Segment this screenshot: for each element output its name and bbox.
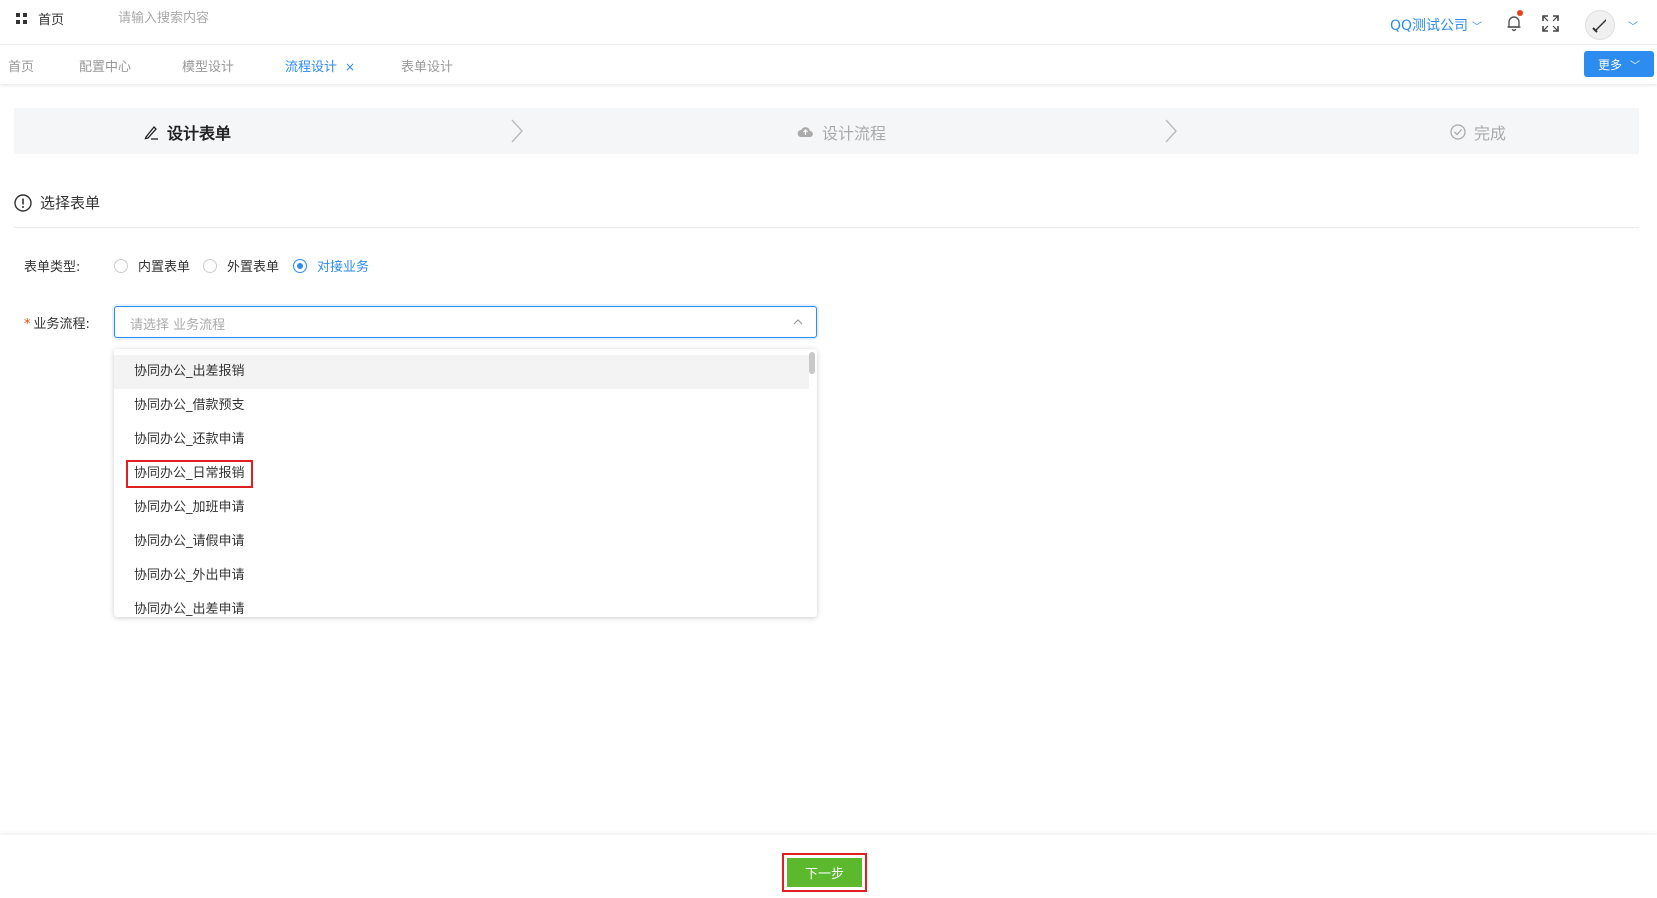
company-label: QQ测试公司 xyxy=(1390,18,1469,34)
tab-bar: 首页 配置中心 模型设计 流程设计 × 表单设计 更多 ﹀ xyxy=(0,44,1657,84)
section-title: 选择表单 xyxy=(14,192,100,213)
next-highlight: 下一步 xyxy=(782,853,867,892)
step-complete: 完成 xyxy=(1450,120,1506,144)
check-circle-icon xyxy=(1450,124,1466,140)
radio-circle xyxy=(203,258,217,273)
avatar-image xyxy=(1592,19,1606,33)
step-design-process: 设计流程 xyxy=(797,120,886,144)
dropdown-option[interactable]: 协同办公_请假申请 xyxy=(114,525,809,559)
step-label: 设计流程 xyxy=(822,124,887,143)
home-link[interactable]: 首页 xyxy=(38,9,64,28)
bell-icon[interactable] xyxy=(1505,14,1523,32)
radio-label: 内置表单 xyxy=(138,260,191,275)
scrollbar[interactable] xyxy=(809,352,815,374)
more-button[interactable]: 更多 ﹀ xyxy=(1584,51,1654,77)
chevron-right-icon xyxy=(1165,119,1177,143)
dropdown-option[interactable]: 协同办公_借款预支 xyxy=(114,389,809,423)
chevron-up-icon xyxy=(793,319,803,325)
tab-model-design[interactable]: 模型设计 xyxy=(182,56,234,75)
top-bar: 首页 QQ测试公司﹀ ﹀ xyxy=(0,0,1657,44)
step-label: 设计表单 xyxy=(167,124,232,143)
radio-external-form[interactable]: 外置表单 xyxy=(203,256,279,275)
radio-business-integration[interactable]: 对接业务 xyxy=(293,256,369,275)
grid-icon[interactable] xyxy=(16,13,27,24)
dropdown-option[interactable]: 协同办公_还款申请 xyxy=(114,423,809,457)
info-circle-icon xyxy=(14,193,32,212)
process-label: * 业务流程: xyxy=(24,313,90,332)
dropdown-option-selected[interactable]: 协同办公_日常报销 xyxy=(114,457,809,491)
more-label: 更多 xyxy=(1597,57,1622,72)
process-dropdown: 协同办公_出差报销 协同办公_借款预支 协同办公_还款申请 协同办公_日常报销 … xyxy=(114,349,817,617)
radio-circle xyxy=(114,258,128,273)
dropdown-option[interactable]: 协同办公_出差申请 xyxy=(114,593,809,617)
cloud-icon xyxy=(797,125,814,139)
dropdown-option[interactable]: 协同办公_加班申请 xyxy=(114,491,809,525)
form-type-label: 表单类型: xyxy=(24,260,81,275)
required-mark: * xyxy=(24,317,31,332)
dropdown-option[interactable]: 协同办公_出差报销 xyxy=(114,355,809,389)
section-title-text: 选择表单 xyxy=(40,194,101,212)
radio-label: 对接业务 xyxy=(317,260,370,275)
step-label: 完成 xyxy=(1474,124,1507,143)
tab-process-design[interactable]: 流程设计 × xyxy=(285,56,355,75)
edit-icon xyxy=(143,124,159,140)
company-selector[interactable]: QQ测试公司 ﹀ xyxy=(1390,15,1482,35)
chevron-right-icon xyxy=(511,119,523,143)
fullscreen-icon[interactable] xyxy=(1542,15,1559,32)
tab-label: 流程设计 xyxy=(285,60,338,75)
divider xyxy=(14,227,1639,228)
radio-circle xyxy=(293,258,307,273)
search-input[interactable] xyxy=(118,6,358,30)
tab-home[interactable]: 首页 xyxy=(8,56,34,75)
process-select[interactable]: 请选择 业务流程 xyxy=(114,306,817,338)
highlight-box: 协同办公_日常报销 xyxy=(126,460,253,488)
radio-builtin-form[interactable]: 内置表单 xyxy=(114,256,190,275)
tab-config-center[interactable]: 配置中心 xyxy=(79,56,131,75)
radio-label: 外置表单 xyxy=(227,260,280,275)
steps-bar: 设计表单 设计流程 完成 xyxy=(14,108,1639,154)
avatar[interactable] xyxy=(1585,10,1615,40)
dropdown-option[interactable]: 协同办公_外出申请 xyxy=(114,559,809,593)
step-design-form: 设计表单 xyxy=(143,120,231,144)
next-button[interactable]: 下一步 xyxy=(787,858,862,887)
chevron-down-icon: ﹀ xyxy=(1630,60,1640,72)
chevron-down-icon[interactable]: ﹀ xyxy=(1628,18,1638,33)
chevron-down-icon: ﹀ xyxy=(1472,22,1483,33)
tab-form-design[interactable]: 表单设计 xyxy=(401,56,453,75)
close-icon[interactable]: × xyxy=(345,60,355,74)
process-label-text: 业务流程: xyxy=(33,317,90,332)
select-placeholder: 请选择 业务流程 xyxy=(130,318,226,333)
notification-dot xyxy=(1517,10,1523,16)
